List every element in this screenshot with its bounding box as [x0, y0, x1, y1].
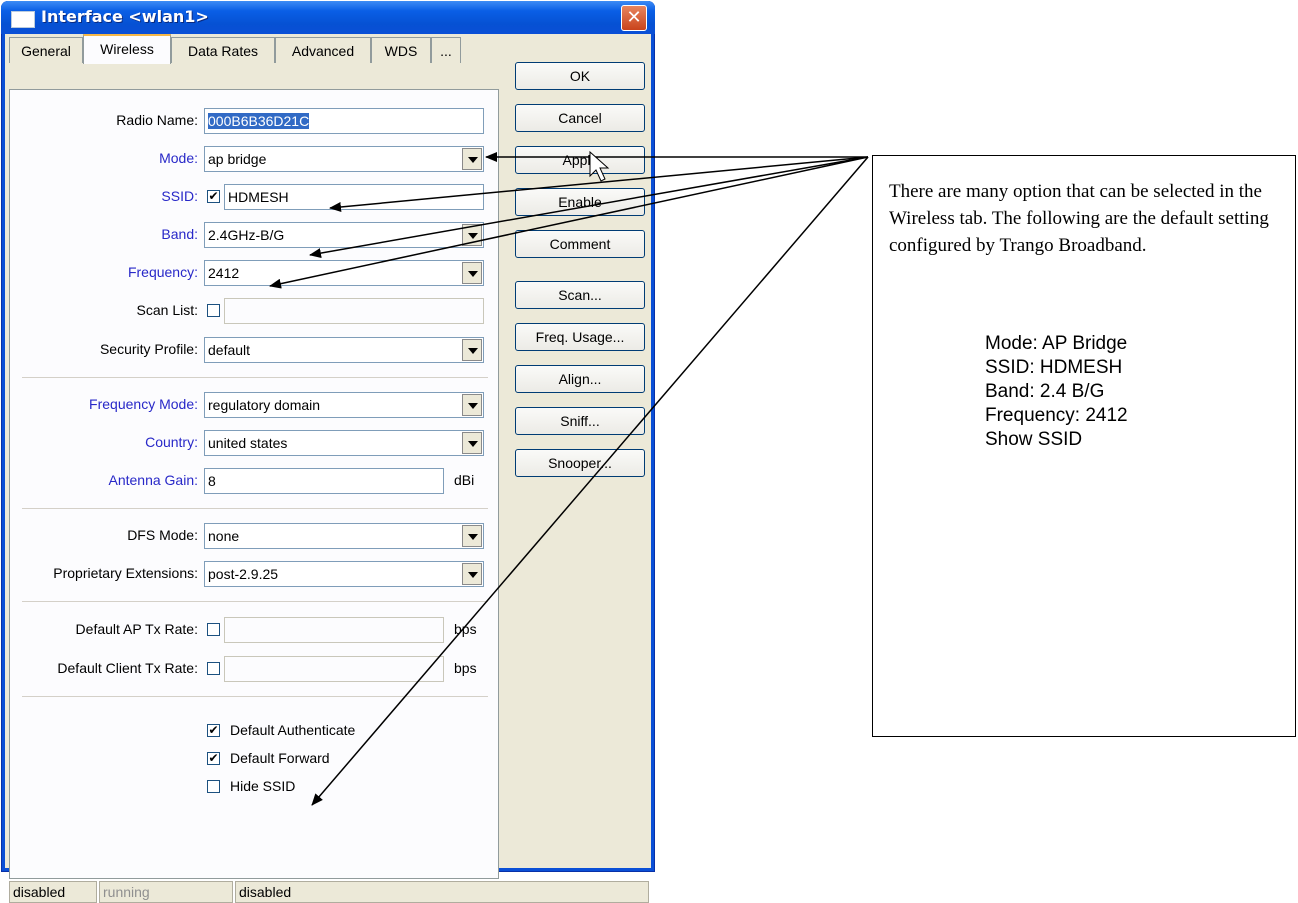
chevron-down-icon[interactable]: [462, 563, 482, 585]
snooper-button[interactable]: Snooper...: [515, 449, 645, 477]
ssid-label: SSID:: [161, 188, 198, 204]
chevron-down-icon[interactable]: [462, 394, 482, 416]
antenna-gain-label: Antenna Gain:: [108, 472, 198, 488]
note-item: Frequency: 2412: [985, 405, 1128, 426]
antenna-gain-value: 8: [208, 473, 216, 489]
mode-value: ap bridge: [208, 151, 267, 167]
default-client-tx-rate-checkbox[interactable]: [207, 662, 220, 675]
annotation-note: There are many option that can be select…: [872, 155, 1296, 737]
wireless-panel: Radio Name: 000B6B36D21C Mode: ap bridge…: [9, 89, 499, 879]
comment-button[interactable]: Comment: [515, 230, 645, 258]
status-bar-cell: disabled: [9, 881, 97, 903]
frequency-label: Frequency:: [127, 264, 198, 280]
status-bar-cell: disabled: [235, 881, 649, 903]
note-item: Mode: AP Bridge: [985, 333, 1128, 354]
default-forward-label: Default Forward: [230, 750, 330, 766]
default-authenticate-checkbox[interactable]: ✔: [207, 724, 220, 737]
default-client-tx-rate-label: Default Client Tx Rate:: [57, 660, 198, 676]
proprietary-extensions-value: post-2.9.25: [208, 566, 279, 582]
chevron-down-icon[interactable]: [462, 525, 482, 547]
scan-list-checkbox[interactable]: [207, 304, 220, 317]
tab-more[interactable]: ...: [431, 37, 461, 63]
separator: [22, 696, 488, 697]
default-client-tx-rate-field[interactable]: [224, 656, 444, 682]
note-item: Band: 2.4 B/G: [985, 381, 1105, 402]
note-list: Mode: AP Bridge SSID: HDMESH Band: 2.4 B…: [985, 332, 1128, 452]
tab-advanced[interactable]: Advanced: [275, 37, 371, 63]
country-value: united states: [208, 435, 288, 451]
chevron-down-icon[interactable]: [462, 262, 482, 284]
tab-general[interactable]: General: [9, 37, 83, 63]
status-bar-cell: running: [99, 881, 233, 903]
dfs-mode-select[interactable]: none: [204, 523, 484, 549]
antenna-gain-unit: dBi: [454, 472, 475, 488]
country-select[interactable]: united states: [204, 430, 484, 456]
window-icon: [11, 11, 35, 28]
cancel-button[interactable]: Cancel: [515, 104, 645, 132]
scan-list-field[interactable]: [224, 298, 484, 324]
proprietary-extensions-label: Proprietary Extensions:: [53, 565, 198, 581]
default-forward-checkbox[interactable]: ✔: [207, 752, 220, 765]
mode-select[interactable]: ap bridge: [204, 146, 484, 172]
hide-ssid-label: Hide SSID: [230, 778, 296, 794]
freq-usage-button[interactable]: Freq. Usage...: [515, 323, 645, 351]
separator: [22, 377, 488, 378]
ok-button[interactable]: OK: [515, 62, 645, 90]
note-text: There are many option that can be select…: [889, 181, 1269, 256]
dialog-body: General Wireless Data Rates Advanced WDS…: [5, 34, 651, 903]
frequency-mode-label: Frequency Mode:: [89, 396, 198, 412]
scan-button[interactable]: Scan...: [515, 281, 645, 309]
default-authenticate-label: Default Authenticate: [230, 722, 356, 738]
security-profile-label: Security Profile:: [99, 341, 198, 357]
tab-wds[interactable]: WDS: [371, 37, 431, 63]
interface-dialog: Interface <wlan1> ✕ General Wireless Dat…: [1, 1, 655, 903]
window-title: Interface <wlan1>: [41, 7, 209, 26]
band-select[interactable]: 2.4GHz-B/G: [204, 222, 484, 248]
note-item: SSID: HDMESH: [985, 357, 1123, 378]
mode-label: Mode:: [159, 150, 198, 166]
ssid-checkbox[interactable]: ✔: [207, 190, 220, 203]
chevron-down-icon[interactable]: [462, 148, 482, 170]
sniff-button[interactable]: Sniff...: [515, 407, 645, 435]
ssid-value: HDMESH: [228, 189, 289, 205]
chevron-down-icon[interactable]: [462, 224, 482, 246]
frequency-value: 2412: [208, 265, 240, 281]
security-profile-value: default: [208, 342, 251, 358]
close-button[interactable]: ✕: [621, 5, 647, 31]
proprietary-extensions-select[interactable]: post-2.9.25: [204, 561, 484, 587]
radio-name-field[interactable]: 000B6B36D21C: [204, 108, 484, 134]
chevron-down-icon[interactable]: [462, 339, 482, 361]
frequency-mode-select[interactable]: regulatory domain: [204, 392, 484, 418]
tab-data-rates[interactable]: Data Rates: [171, 37, 275, 63]
apply-button[interactable]: Apply: [515, 146, 645, 174]
security-profile-select[interactable]: default: [204, 337, 484, 363]
chevron-down-icon[interactable]: [462, 432, 482, 454]
dfs-mode-value: none: [208, 528, 240, 544]
default-ap-tx-rate-label: Default AP Tx Rate:: [75, 621, 198, 637]
band-label: Band:: [161, 226, 198, 242]
separator: [22, 601, 488, 602]
frequency-mode-value: regulatory domain: [208, 397, 321, 413]
radio-name-label: Radio Name:: [116, 112, 198, 128]
country-label: Country:: [145, 434, 198, 450]
separator: [22, 508, 488, 509]
frequency-select[interactable]: 2412: [204, 260, 484, 286]
band-value: 2.4GHz-B/G: [208, 227, 285, 243]
radio-name-value: 000B6B36D21C: [208, 113, 310, 129]
hide-ssid-checkbox[interactable]: [207, 780, 220, 793]
note-item: Show SSID: [985, 429, 1083, 450]
enable-button[interactable]: Enable: [515, 188, 645, 216]
title-bar[interactable]: Interface <wlan1> ✕: [1, 1, 655, 34]
tab-wireless[interactable]: Wireless: [83, 34, 171, 64]
default-client-tx-rate-unit: bps: [454, 660, 477, 676]
default-ap-tx-rate-checkbox[interactable]: [207, 623, 220, 636]
align-button[interactable]: Align...: [515, 365, 645, 393]
default-ap-tx-rate-unit: bps: [454, 621, 477, 637]
antenna-gain-field[interactable]: 8: [204, 468, 444, 494]
ssid-field[interactable]: HDMESH: [224, 184, 484, 210]
default-ap-tx-rate-field[interactable]: [224, 617, 444, 643]
scan-list-label: Scan List:: [136, 302, 198, 318]
dfs-mode-label: DFS Mode:: [127, 527, 198, 543]
